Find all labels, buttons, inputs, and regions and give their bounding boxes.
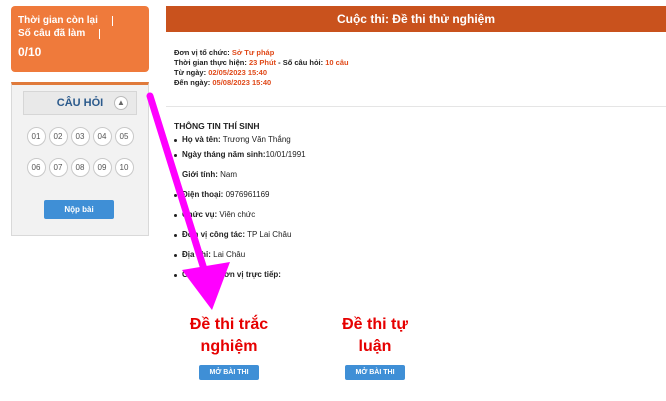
bullet <box>174 194 177 197</box>
org-value: Sở Tư pháp <box>231 48 275 57</box>
question-grid-row-2: 06 07 08 09 10 <box>12 158 148 177</box>
question-button[interactable]: 05 <box>114 127 134 146</box>
bullet <box>174 174 177 177</box>
candidate-value: Trương Văn Thắng <box>222 135 291 144</box>
from-value: 02/05/2023 15:40 <box>208 68 268 77</box>
bullet <box>174 254 177 257</box>
question-button[interactable]: 07 <box>48 158 68 177</box>
to-label: Đến ngày: <box>174 78 211 87</box>
time-remaining-row: Thời gian còn lại <box>18 14 142 27</box>
exam-title: Cuộc thi: Đề thi thử nghiệm <box>336 12 495 26</box>
candidate-label: Cơ quan, đơn vị trực tiếp: <box>182 270 281 279</box>
candidate-heading: THÔNG TIN THÍ SINH <box>174 121 260 131</box>
essay-option: Đề thi tự luận MỞ BÀI THI <box>316 314 434 380</box>
essay-title-line-1: Đề thi tự <box>342 316 408 333</box>
count-label: - Số câu hỏi: <box>278 58 324 67</box>
candidate-row: Giới tính: Nam <box>174 170 306 180</box>
chevron-up-icon[interactable]: ▲ <box>114 96 128 110</box>
candidate-label: Giới tính: <box>182 170 218 179</box>
candidate-info: THÔNG TIN THÍ SINH Họ và tên: Trương Văn… <box>174 121 306 290</box>
question-button[interactable]: 10 <box>114 158 134 177</box>
candidate-value: TP Lai Châu <box>247 230 292 239</box>
bullet <box>174 214 177 217</box>
answered-row: Số câu đã làm <box>18 27 142 40</box>
candidate-value: 0976961169 <box>225 190 270 199</box>
candidate-value: Lai Châu <box>213 250 246 259</box>
separator <box>111 15 113 26</box>
exam-title-bar: Cuộc thi: Đề thi thử nghiệm <box>166 6 666 32</box>
to-value: 05/08/2023 15:40 <box>212 78 272 87</box>
exam-info: Đơn vị tổ chức: Sở Tư pháp Thời gian thự… <box>174 48 349 88</box>
mcq-option: Đề thi trắc nghiệm MỞ BÀI THI <box>170 314 288 380</box>
open-essay-button[interactable]: MỞ BÀI THI <box>345 365 405 380</box>
bullet <box>174 234 177 237</box>
candidate-label: Đơn vị công tác: <box>182 230 246 239</box>
answered-label: Số câu đã làm <box>18 28 86 39</box>
exam-page: Thời gian còn lại Số câu đã làm 0/10 CÂU… <box>0 0 666 401</box>
duration-label: Thời gian thực hiện: <box>174 58 247 67</box>
to-row: Đến ngày: 05/08/2023 15:40 <box>174 78 349 88</box>
mcq-title-line-1: Đề thi trắc <box>189 316 269 333</box>
candidate-value: 10/01/1991 <box>265 150 306 159</box>
question-grid-row-1: 01 02 03 04 05 <box>12 127 148 146</box>
duration-row: Thời gian thực hiện: 23 Phút - Số câu hỏ… <box>174 58 349 68</box>
candidate-label: Ngày tháng năm sinh: <box>182 150 266 159</box>
candidate-value: Viên chức <box>219 210 256 219</box>
candidate-row: Họ và tên: Trương Văn Thắng <box>174 135 306 145</box>
question-button[interactable]: 04 <box>92 127 112 146</box>
question-button[interactable]: 03 <box>70 127 90 146</box>
from-row: Từ ngày: 02/05/2023 15:40 <box>174 68 349 78</box>
bullet <box>174 274 177 277</box>
org-label: Đơn vị tổ chức: <box>174 48 230 57</box>
open-mcq-button[interactable]: MỞ BÀI THI <box>199 365 259 380</box>
mcq-title-line-2: nghiệm <box>200 338 258 355</box>
time-remaining-label: Thời gian còn lại <box>18 15 98 26</box>
org-row: Đơn vị tổ chức: Sở Tư pháp <box>174 48 349 58</box>
question-title: CÂU HỎI <box>56 97 104 109</box>
candidate-label: Điện thoại: <box>182 190 224 199</box>
bullet <box>174 154 177 157</box>
question-header-bar: CÂU HỎI ▲ <box>23 91 137 115</box>
question-navigator: CÂU HỎI ▲ 01 02 03 04 05 06 07 08 09 10 … <box>11 82 149 236</box>
candidate-row: Chức vụ: Viên chức <box>174 210 306 220</box>
duration-value: 23 Phút <box>248 58 277 67</box>
question-button[interactable]: 01 <box>26 127 46 146</box>
submit-button[interactable]: Nộp bài <box>44 200 114 219</box>
question-button[interactable]: 06 <box>26 158 46 177</box>
candidate-label: Địa chỉ: <box>182 250 211 259</box>
candidate-row: Cơ quan, đơn vị trực tiếp: <box>174 270 306 280</box>
bullet <box>174 139 177 142</box>
timer-panel: Thời gian còn lại Số câu đã làm 0/10 <box>11 6 149 72</box>
answered-count: 0/10 <box>18 45 42 59</box>
candidate-label: Chức vụ: <box>182 210 218 219</box>
question-button[interactable]: 02 <box>48 127 68 146</box>
candidate-row: Đơn vị công tác: TP Lai Châu <box>174 230 306 240</box>
candidate-row: Địa chỉ: Lai Châu <box>174 250 306 260</box>
candidate-row: Điện thoại: 0976961169 <box>174 190 306 200</box>
question-button[interactable]: 08 <box>70 158 90 177</box>
candidate-label: Họ và tên: <box>182 135 221 144</box>
candidate-value: Nam <box>220 170 238 179</box>
count-value: 10 câu <box>325 58 349 67</box>
separator <box>99 28 101 39</box>
essay-title-line-2: luận <box>358 338 392 355</box>
from-label: Từ ngày: <box>174 68 207 77</box>
question-button[interactable]: 09 <box>92 158 112 177</box>
question-header: CÂU HỎI ▲ <box>12 85 148 121</box>
divider <box>166 106 666 107</box>
candidate-row: Ngày tháng năm sinh:10/01/1991 <box>174 150 306 160</box>
